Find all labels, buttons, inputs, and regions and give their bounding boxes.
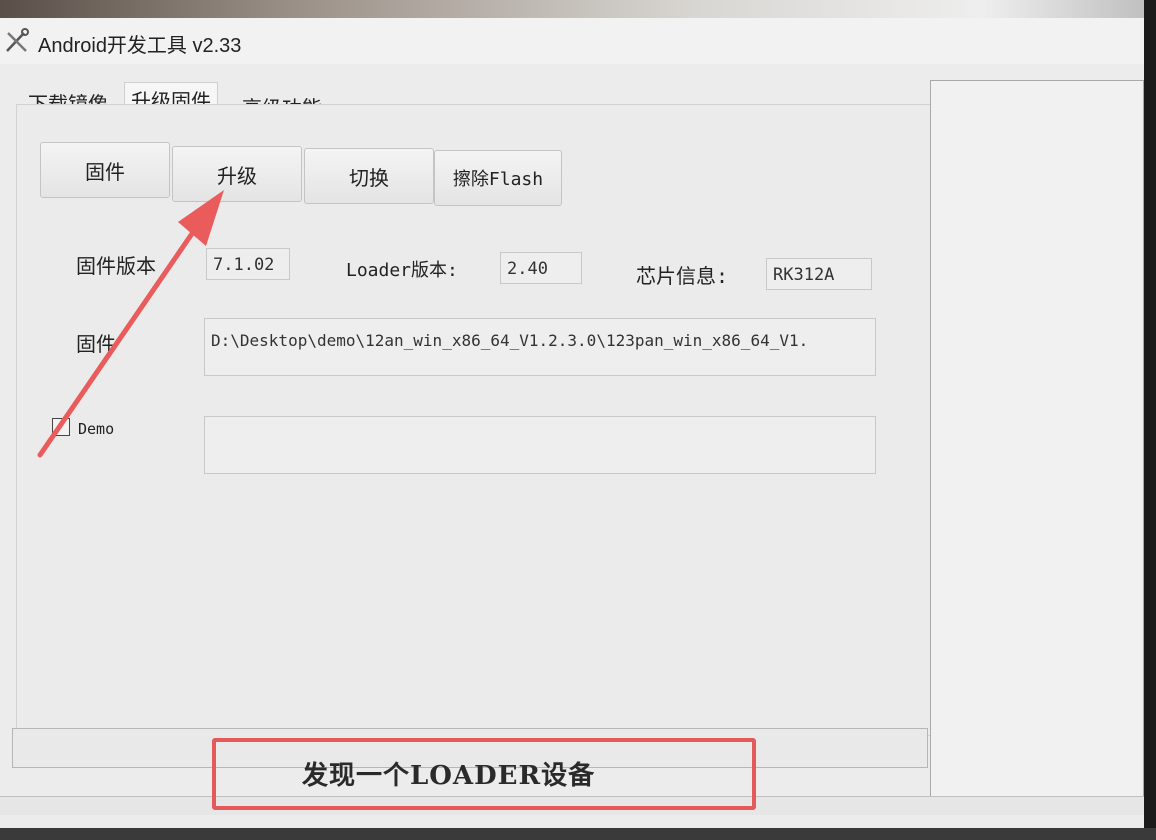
photo-edge-bottom	[0, 828, 1156, 840]
annotation-arrow-icon	[37, 190, 224, 458]
photo-edge	[1144, 0, 1156, 840]
screenshot-stage: Android开发工具 v2.33 下载镜像 升级固件 高级功能 固件 升级 切…	[0, 0, 1156, 840]
